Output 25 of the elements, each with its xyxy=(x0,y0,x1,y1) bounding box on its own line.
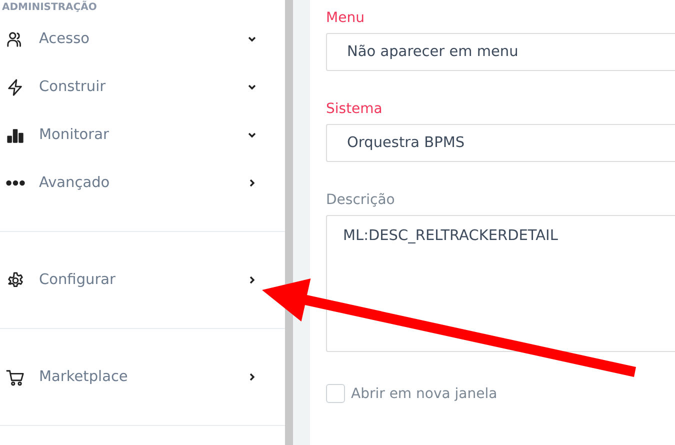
section-heading: ADMINISTRAÇÃO xyxy=(1,0,98,15)
sidebar-item[interactable]: Monitorar xyxy=(0,111,285,159)
select-field[interactable]: Orquestra BPMS xyxy=(326,124,675,162)
field-label: Menu xyxy=(326,10,366,26)
settings-icon xyxy=(6,270,25,290)
sidebar-item[interactable]: Configurar xyxy=(0,232,285,328)
chevron-right-icon xyxy=(247,372,257,382)
chevron-right-icon xyxy=(247,178,257,188)
field-label: Descrição xyxy=(326,192,396,208)
chevron-down-icon xyxy=(247,82,257,92)
sidebar-item[interactable]: Construir xyxy=(0,63,285,111)
select-field[interactable]: Não aparecer em menu xyxy=(326,33,675,71)
sidebar-item[interactable]: Acesso xyxy=(0,15,285,63)
cart-icon xyxy=(6,368,25,386)
chevron-down-icon xyxy=(247,130,257,140)
scrollbar[interactable] xyxy=(285,0,293,445)
sidebar-item[interactable]: Marketplace xyxy=(0,329,285,425)
chevron-down-icon xyxy=(247,34,257,44)
sidebar-item[interactable]: Avançado xyxy=(0,159,285,207)
field-label: Sistema xyxy=(326,101,384,117)
lightning-icon xyxy=(6,78,25,96)
checkbox-label: Abrir em nova janela xyxy=(351,386,498,402)
checkbox[interactable] xyxy=(326,384,345,403)
chevron-right-icon xyxy=(247,275,257,285)
more-icon xyxy=(6,180,25,186)
